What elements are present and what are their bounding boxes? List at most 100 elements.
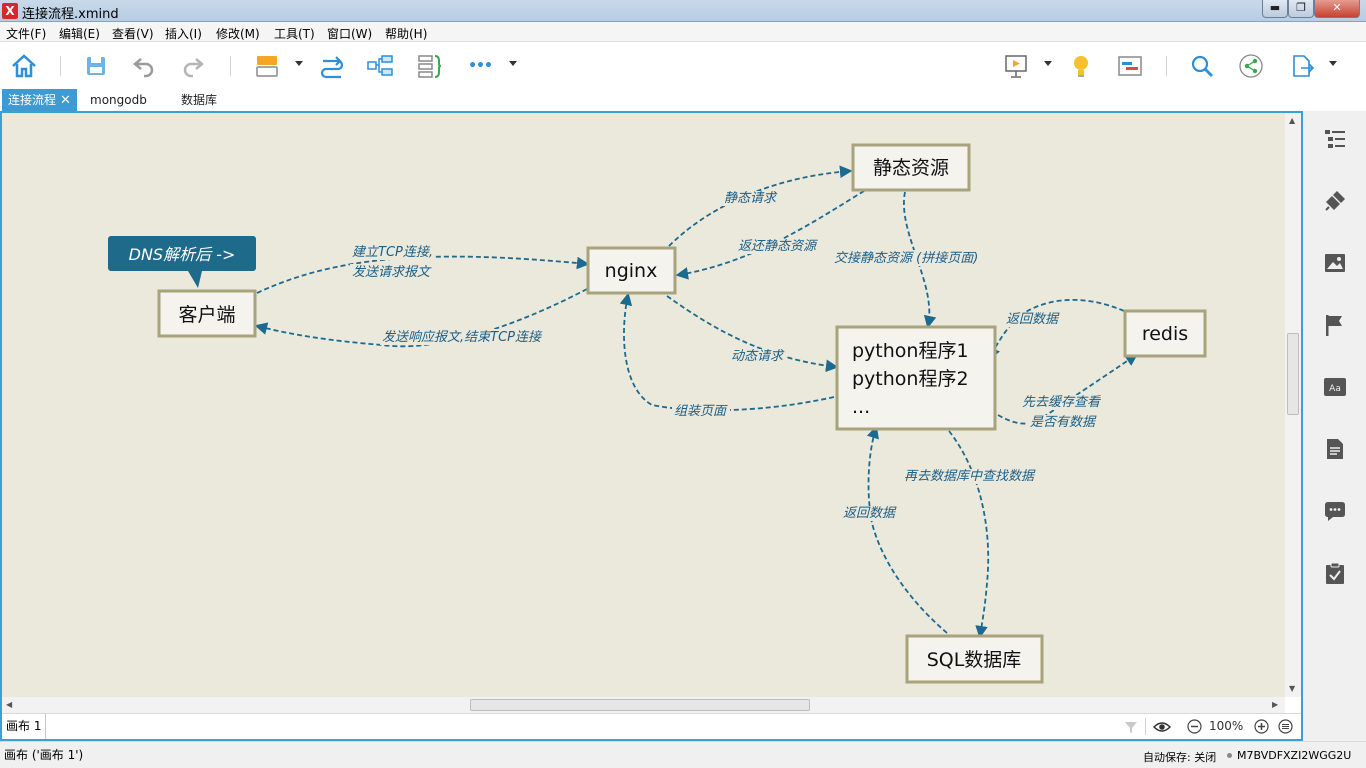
node-python[interactable]: python程序1 python程序2 ... <box>835 325 997 431</box>
label-nginx-to-client: 发送响应报文,结束TCP连接 <box>382 329 543 345</box>
node-static-resources[interactable]: 静态资源 <box>851 143 971 192</box>
menu-window[interactable]: 窗口(W) <box>327 25 372 42</box>
comment-icon[interactable] <box>1323 499 1347 523</box>
minimize-icon: ▬ <box>1269 1 1281 14</box>
scroll-right-icon[interactable]: ▶ <box>1272 700 1278 709</box>
more-button[interactable]: ••• <box>465 51 495 81</box>
zoom-level: 100% <box>1209 719 1244 733</box>
topic-button[interactable] <box>252 51 282 81</box>
label-nginx-to-static: 静态请求 <box>724 191 778 206</box>
node-sql-label: SQL数据库 <box>927 649 1022 671</box>
scroll-down-icon[interactable]: ▼ <box>1289 684 1295 693</box>
edge-python-to-nginx <box>619 292 835 412</box>
gantt-button[interactable] <box>1115 51 1145 81</box>
outline-icon[interactable] <box>1323 127 1347 151</box>
scroll-up-icon[interactable]: ▲ <box>1289 116 1295 125</box>
more-dropdown-caret[interactable] <box>509 61 517 66</box>
edge-python-to-redis <box>997 353 1139 425</box>
node-redis[interactable]: redis <box>1123 309 1207 358</box>
dns-callout[interactable]: DNS解析后 -> <box>108 236 256 288</box>
redo-button[interactable] <box>178 51 208 81</box>
callout-text: DNS解析后 -> <box>129 245 236 264</box>
zoom-out-icon[interactable] <box>1187 719 1202 734</box>
presentation-dropdown-caret[interactable] <box>1044 61 1052 66</box>
relationship-button[interactable] <box>317 51 347 81</box>
redo-icon <box>183 58 204 78</box>
format-brush-icon[interactable] <box>1323 189 1347 213</box>
eye-icon[interactable] <box>1153 720 1171 734</box>
export-button[interactable] <box>1287 51 1317 81</box>
search-button[interactable] <box>1187 51 1217 81</box>
save-button[interactable] <box>81 51 111 81</box>
status-bar: 画布 ('画布 1') 自动保存: 关闭 M7BVDFXZI2WGG2U <box>0 741 1366 768</box>
tab-mongodb[interactable]: mongodb <box>84 89 153 111</box>
menu-edit[interactable]: 编辑(E) <box>59 25 100 42</box>
maximize-button[interactable]: ❐ <box>1288 0 1314 18</box>
close-button[interactable]: ✕ <box>1314 0 1360 18</box>
share-button[interactable] <box>1236 51 1266 81</box>
label-sql-to-python: 返回数据 <box>843 506 897 521</box>
home-icon <box>12 54 36 78</box>
toolbar-separator <box>230 56 231 76</box>
node-client[interactable]: 客户端 <box>157 289 257 338</box>
menu-icon[interactable] <box>1278 719 1293 734</box>
title-bar: X 连接流程.xmind ▬ ❐ ✕ <box>0 0 1366 22</box>
node-sql-database[interactable]: SQL数据库 <box>905 634 1044 684</box>
menu-tools[interactable]: 工具(T) <box>274 25 315 42</box>
marker-flag-icon[interactable] <box>1323 313 1347 337</box>
task-icon[interactable] <box>1323 561 1347 585</box>
undo-button[interactable] <box>129 51 159 81</box>
zoom-in-icon[interactable] <box>1254 719 1269 734</box>
node-python-line-2: python程序2 <box>852 368 969 390</box>
minimize-button[interactable]: ▬ <box>1262 0 1288 18</box>
search-icon <box>1191 55 1213 77</box>
relationship-icon <box>320 56 344 79</box>
summary-structure-button[interactable] <box>365 51 395 81</box>
export-dropdown-caret[interactable] <box>1329 61 1337 66</box>
node-python-line-1: python程序1 <box>852 340 969 362</box>
autosave-status[interactable]: 自动保存: 关闭 <box>1143 749 1216 765</box>
idea-button[interactable] <box>1066 51 1096 81</box>
sheetbar-separator <box>1145 718 1146 735</box>
svg-text:Aa: Aa <box>1329 384 1341 394</box>
undo-icon <box>133 58 154 78</box>
label-python-to-nginx: 组装页面 <box>674 404 728 419</box>
scroll-left-icon[interactable]: ◀ <box>6 700 12 709</box>
notes-icon[interactable] <box>1323 437 1347 461</box>
xmind-logo-icon: X <box>2 3 18 19</box>
summary-structure-icon <box>367 55 393 76</box>
window-title: 连接流程.xmind <box>22 7 119 22</box>
edge-sql-to-python <box>866 425 948 634</box>
menu-help[interactable]: 帮助(H) <box>385 25 427 42</box>
presentation-button[interactable] <box>1001 51 1031 81</box>
mindmap-canvas[interactable]: DNS解析后 -> 客户端 nginx 静态资源 python程序1 pytho… <box>2 113 1285 697</box>
node-redis-label: redis <box>1142 323 1188 345</box>
filter-icon[interactable] <box>1124 720 1138 734</box>
tab-database[interactable]: 数据库 <box>175 89 223 111</box>
gantt-icon <box>1118 56 1142 76</box>
label-python-to-redis-2: 是否有数据 <box>1030 415 1097 430</box>
menu-modify[interactable]: 修改(M) <box>216 25 260 42</box>
tab-close-icon[interactable]: ✕ <box>60 93 71 108</box>
menu-view[interactable]: 查看(V) <box>112 25 154 42</box>
node-static-label: 静态资源 <box>873 157 949 179</box>
export-icon <box>1293 55 1315 77</box>
boundary-button[interactable] <box>414 51 444 81</box>
idea-icon <box>1074 56 1088 77</box>
vertical-scroll-thumb[interactable] <box>1287 333 1299 415</box>
menu-insert[interactable]: 插入(I) <box>165 25 202 42</box>
horizontal-scrollbar[interactable]: ◀ ▶ <box>2 697 1285 713</box>
image-icon[interactable] <box>1323 251 1347 275</box>
license-dot-icon <box>1227 753 1232 758</box>
horizontal-scroll-thumb[interactable] <box>470 699 810 711</box>
share-icon <box>1239 54 1263 78</box>
topic-dropdown-caret[interactable] <box>295 61 303 66</box>
tab-connection-flow[interactable]: 连接流程 ✕ <box>2 89 77 111</box>
node-nginx[interactable]: nginx <box>586 246 677 295</box>
label-static-to-nginx: 返还静态资源 <box>738 239 818 254</box>
home-button[interactable] <box>9 51 39 81</box>
font-icon[interactable]: Aa <box>1323 375 1347 399</box>
vertical-scrollbar[interactable]: ▲ ▼ <box>1285 113 1301 697</box>
sheet-tab[interactable]: 画布 1 <box>2 714 47 739</box>
menu-file[interactable]: 文件(F) <box>6 25 46 42</box>
